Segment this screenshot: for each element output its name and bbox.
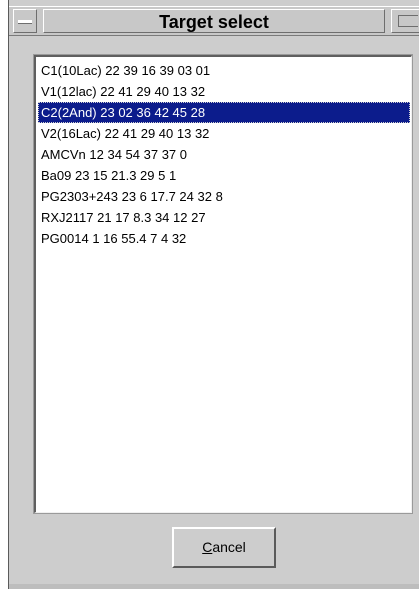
target-listbox[interactable]: C1(10Lac) 22 39 16 39 03 01 V1(12lac) 22…	[33, 54, 413, 514]
system-menu-icon	[18, 20, 32, 24]
cancel-mnemonic: C	[202, 539, 213, 555]
list-item-target[interactable]: Ba09 23 15 21.3 29 5 1	[38, 165, 410, 186]
maximize-icon	[398, 15, 418, 27]
title-bar[interactable]: Target select	[9, 6, 419, 36]
list-item-target[interactable]: PG2303+243 23 6 17.7 24 32 8	[38, 186, 410, 207]
cancel-label: ancel	[212, 539, 246, 555]
list-item-target[interactable]: PG0014 1 16 55.4 7 4 32	[38, 228, 410, 249]
window-bottom-edge	[9, 584, 419, 589]
list-item-target[interactable]: C1(10Lac) 22 39 16 39 03 01	[38, 60, 410, 81]
list-item-target[interactable]: V2(16Lac) 22 41 29 40 13 32	[38, 123, 410, 144]
cancel-button[interactable]: Cancel	[172, 527, 276, 568]
maximize-button[interactable]	[391, 9, 419, 33]
target-select-dialog: Target select C1(10Lac) 22 39 16 39 03 0…	[8, 0, 419, 589]
window-title: Target select	[43, 9, 385, 33]
list-item-target[interactable]: RXJ2117 21 17 8.3 34 12 27	[38, 207, 410, 228]
list-item-target-selected[interactable]: C2(2And) 23 02 36 42 45 28	[38, 102, 410, 123]
system-menu-button[interactable]	[13, 9, 37, 33]
list-item-target[interactable]: AMCVn 12 34 54 37 37 0	[38, 144, 410, 165]
list-item-target[interactable]: V1(12lac) 22 41 29 40 13 32	[38, 81, 410, 102]
target-list[interactable]: C1(10Lac) 22 39 16 39 03 01 V1(12lac) 22…	[38, 60, 410, 249]
